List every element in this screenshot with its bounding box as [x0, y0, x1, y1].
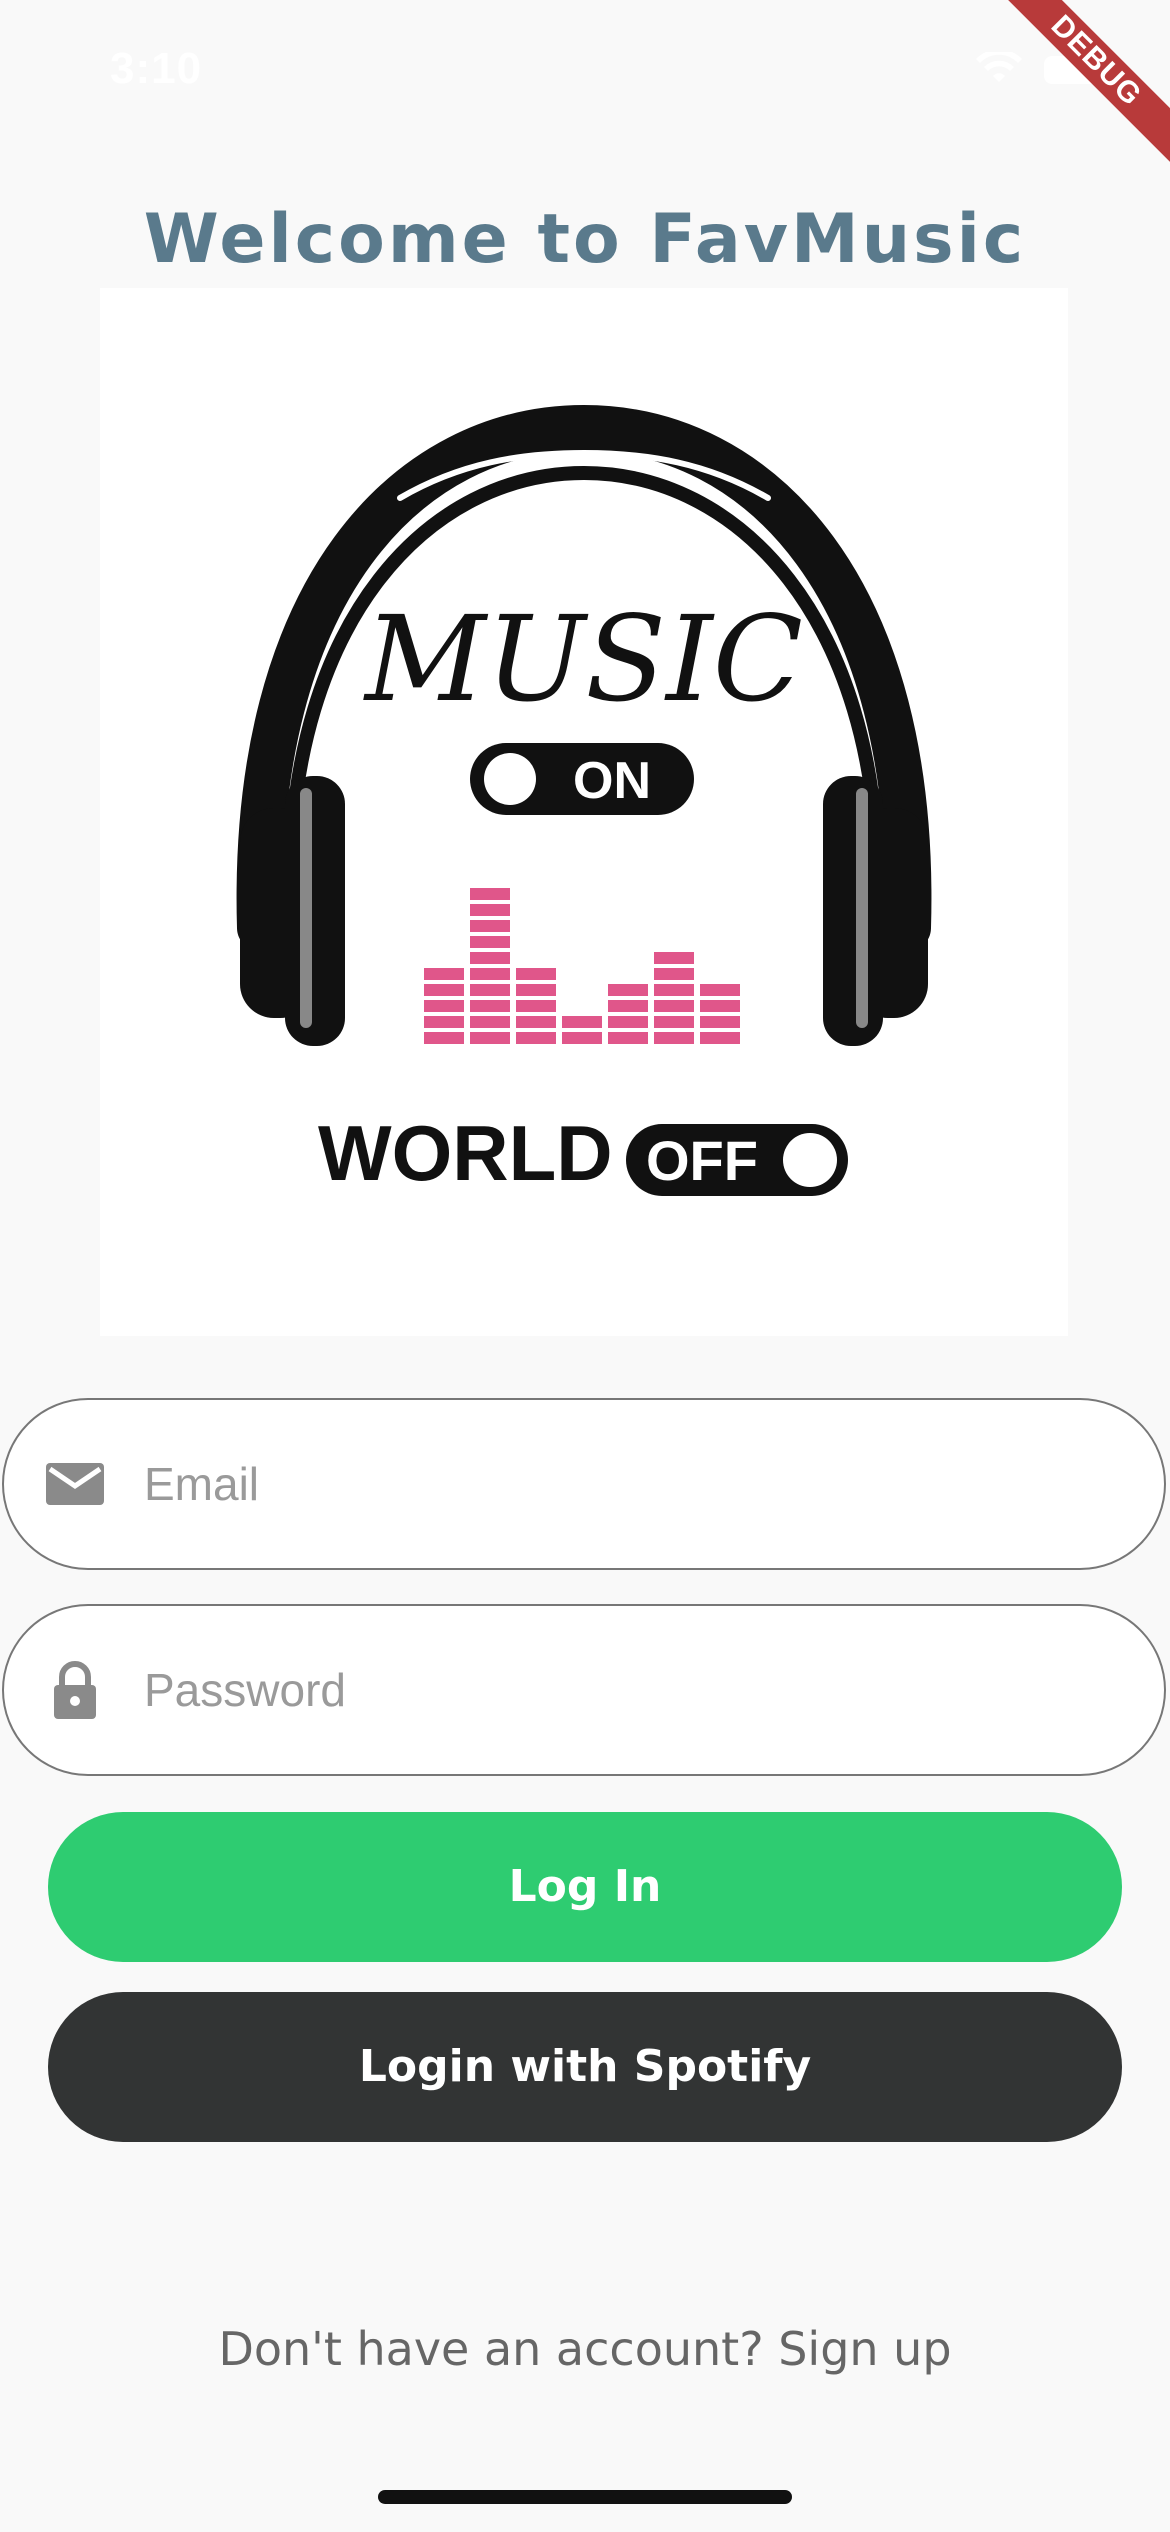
status-bar: 3:10: [0, 0, 1170, 140]
page-title: Welcome to FavMusic: [143, 200, 1027, 279]
mail-icon: [46, 1463, 104, 1505]
logo-toggle-on-label: ON: [573, 752, 651, 810]
equalizer-bars: [424, 888, 740, 1044]
battery-icon: [1044, 56, 1105, 84]
headphones-logo-image: MUSIC ON WORLD OFF: [236, 404, 932, 1197]
logo-text-music: MUSIC: [363, 590, 803, 728]
password-input[interactable]: [144, 1606, 1124, 1774]
wifi-icon: [976, 52, 1022, 82]
email-field[interactable]: [2, 1398, 1166, 1570]
home-indicator: [378, 2490, 792, 2504]
email-input[interactable]: [144, 1400, 1124, 1568]
lock-icon: [54, 1661, 96, 1719]
signup-link[interactable]: Don't have an account? Sign up: [0, 2322, 1170, 2376]
password-field[interactable]: [2, 1604, 1166, 1776]
status-time: 3:10: [110, 44, 203, 93]
app-logo: MUSIC ON WORLD OFF: [100, 288, 1068, 1336]
logo-toggle-off-label: OFF: [646, 1129, 758, 1192]
spotify-login-button[interactable]: Login with Spotify: [48, 1992, 1122, 2142]
login-button[interactable]: Log In: [48, 1812, 1122, 1962]
logo-text-world: WORLD: [318, 1109, 613, 1197]
